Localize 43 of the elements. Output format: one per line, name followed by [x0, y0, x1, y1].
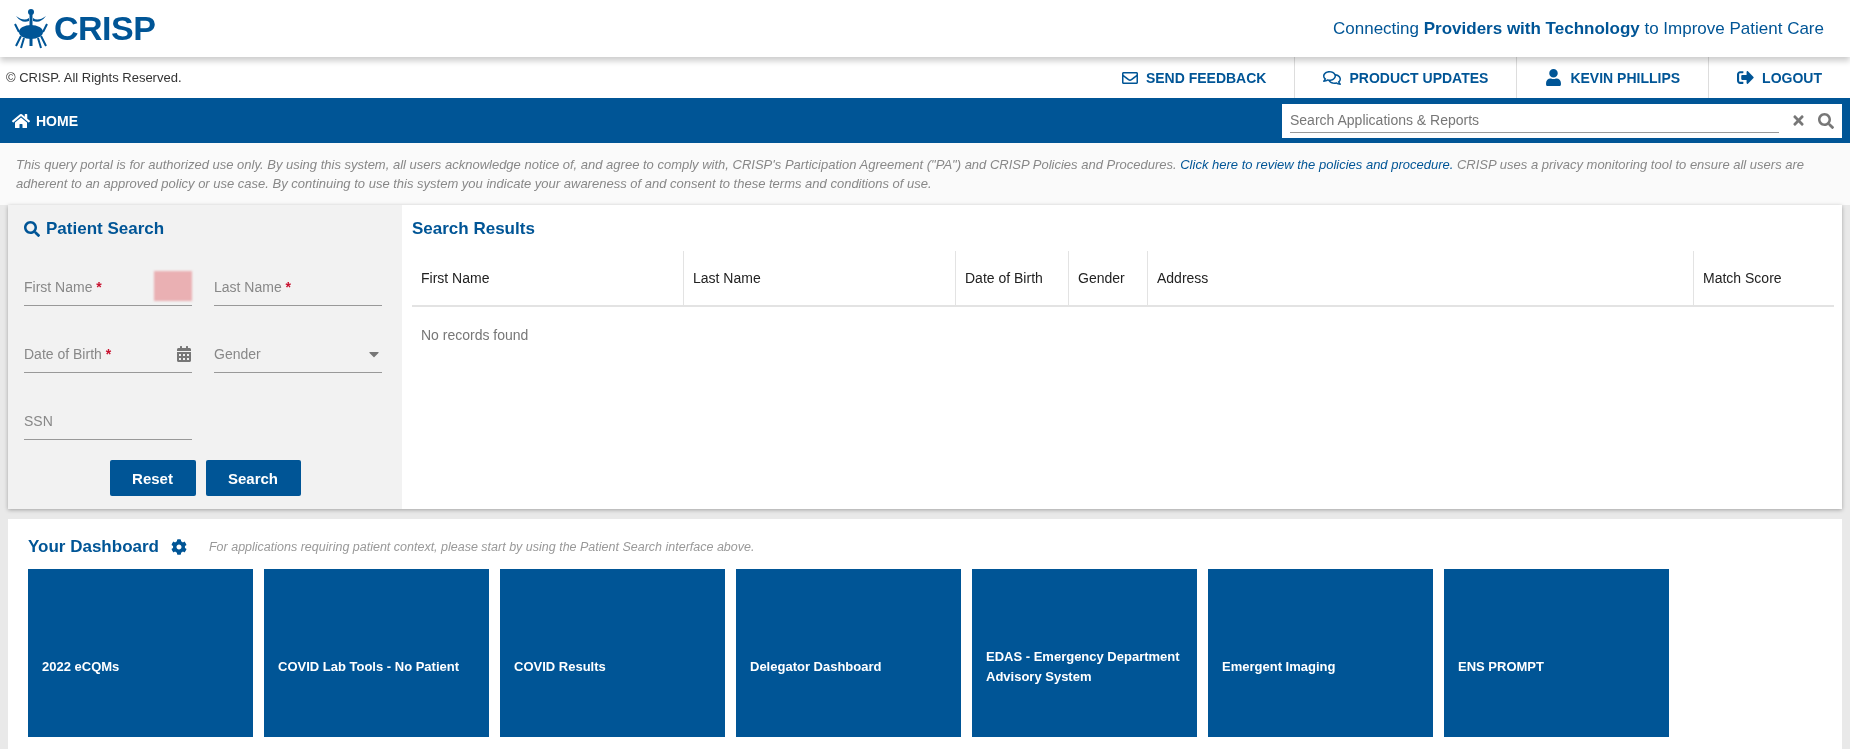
search-field[interactable]: Search Applications & Reports — [1282, 103, 1842, 138]
envelope-icon — [1121, 69, 1138, 86]
form-field[interactable]: First Name * — [24, 269, 192, 306]
blurred-patch — [154, 271, 192, 301]
search-icon[interactable] — [1818, 112, 1834, 129]
app-tile[interactable]: Emergent Imaging — [1208, 569, 1433, 737]
copyright-text: © CRISP. All Rights Reserved. — [6, 70, 182, 85]
column-header: Gender — [1068, 251, 1147, 305]
search-icon — [24, 221, 40, 237]
policies-link[interactable]: Click here to review the policies and procedure. — [1180, 157, 1454, 172]
app-tile[interactable]: 2022 eCQMs — [28, 569, 253, 737]
home-link[interactable]: HOME — [12, 111, 78, 130]
app-tile[interactable]: Delegator Dashboard — [736, 569, 961, 737]
app-tile[interactable]: COVID Lab Tools - No Patient — [264, 569, 489, 737]
column-header: First Name — [420, 269, 491, 288]
column-header: Address — [1147, 251, 1693, 305]
form-field[interactable]: Date of Birth * — [24, 336, 192, 373]
feedback-link[interactable]: SEND FEEDBACK — [1093, 57, 1295, 98]
clear-icon[interactable] — [1791, 113, 1806, 128]
app-tile[interactable]: ENS PROMPT — [1444, 569, 1669, 737]
app-tile[interactable]: COVID Results — [500, 569, 725, 737]
calendar-icon — [176, 346, 192, 362]
user-icon — [1545, 69, 1563, 86]
column-header: Date of Birth — [955, 251, 1068, 305]
app-tile[interactable]: EDAS - Emergency Department Advisory System — [972, 569, 1197, 737]
reset-button[interactable]: Reset — [109, 460, 196, 496]
chat-bubbles-icon — [1323, 68, 1342, 87]
form-field[interactable]: Last Name * — [214, 269, 382, 306]
logo-text: CRISP — [54, 9, 156, 48]
notice-text: This query portal is for authorized use only. By using this system, all users acknowledge notice of, and agree to comply with, CRISP's Participation Agreement ("PA") and CRISP Policies and Procedures. Click here to review the policies and procedure. CRISP uses a privacy monitoring tool to ensure all users are adherent to an approved policy or use case. By continuing to use this system you indicate your awareness of and consent to these terms and conditions of use. — [0, 143, 1850, 205]
dashboard-title: Your Dashboard — [28, 537, 159, 557]
settings-icon[interactable] — [171, 539, 187, 555]
tagline: Connecting Providers with Technology to Improve Patient Care — [1333, 18, 1824, 39]
search-button[interactable]: Search — [205, 460, 301, 496]
panel-title-text: Patient Search — [46, 219, 165, 239]
panel-title: Search Results — [412, 219, 536, 239]
logo-icon — [14, 7, 48, 50]
empty-message: No records found — [420, 326, 530, 345]
home-icon — [12, 111, 30, 130]
column-header: Match Score — [1693, 251, 1834, 305]
column-header: Last Name — [683, 251, 955, 305]
dashboard-hint: For applications requiring patient context, please start by using the Patient Search interface above. — [209, 540, 755, 554]
logout-icon — [1737, 69, 1755, 86]
